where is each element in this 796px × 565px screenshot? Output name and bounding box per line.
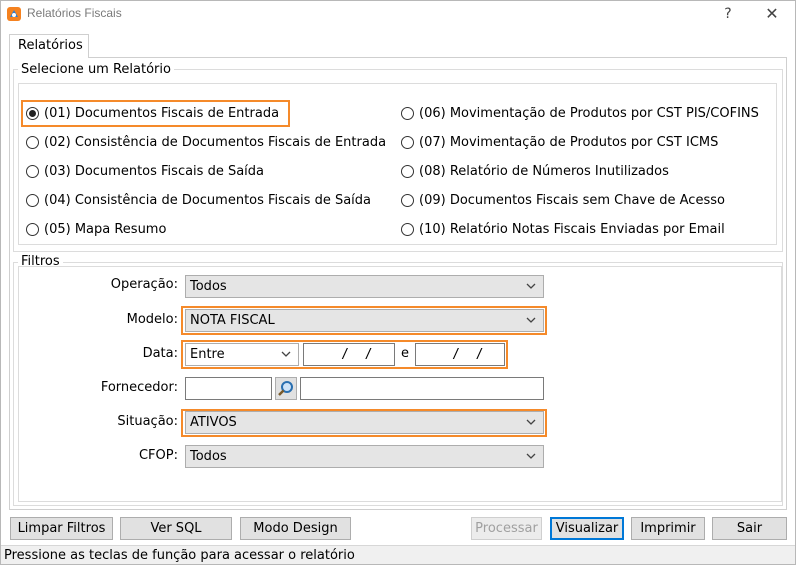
chevron-down-icon [526,283,536,289]
report-option-10[interactable]: (10) Relatório Notas Fiscais Enviadas po… [401,219,725,239]
chevron-down-icon [526,453,536,459]
report-option-label: (04) Consistência de Documentos Fiscais … [44,192,372,208]
report-option-label: (01) Documentos Fiscais de Entrada [44,105,280,121]
report-option-label: (05) Mapa Resumo [44,221,167,237]
operacao-select[interactable]: Todos [185,275,544,298]
fornecedor-name-input[interactable] [300,377,544,400]
data-to-input[interactable]: / / [415,343,505,366]
radio-button[interactable] [26,135,39,149]
situacao-label: Situação: [117,414,178,429]
status-bar: Pressione as teclas de função para acess… [0,545,796,565]
modelo-select[interactable]: NOTA FISCAL [185,309,544,332]
data-label: Data: [142,346,178,361]
report-option-label: (03) Documentos Fiscais de Saída [44,163,265,179]
tab-relatorios[interactable]: Relatórios [9,34,89,58]
search-icon [278,381,293,396]
ver-sql-button[interactable]: Ver SQL [120,517,232,540]
report-selection-label: Selecione um Relatório [18,62,174,77]
report-option-02[interactable]: (02) Consistência de Documentos Fiscais … [26,132,386,152]
chevron-down-icon [281,351,291,357]
window-title: Relatórios Fiscais [27,6,122,20]
radio-button[interactable] [26,193,39,207]
radio-button[interactable] [401,193,414,207]
operacao-label: Operação: [110,277,178,292]
sair-button[interactable]: Sair [712,517,787,540]
situacao-select[interactable]: ATIVOS [185,411,544,434]
report-option-label: (06) Movimentação de Produtos por CST PI… [419,105,759,121]
report-option-08[interactable]: (08) Relatório de Números Inutilizados [401,161,669,181]
situacao-value: ATIVOS [190,415,237,430]
report-option-04[interactable]: (04) Consistência de Documentos Fiscais … [26,190,371,210]
close-button[interactable]: ✕ [758,3,786,25]
report-option-label: (08) Relatório de Números Inutilizados [419,163,669,179]
data-separator: e [401,346,409,361]
data-from-input[interactable]: / / [303,343,395,366]
report-option-label: (07) Movimentação de Produtos por CST IC… [419,134,719,150]
cfop-select[interactable]: Todos [185,445,544,468]
modelo-label: Modelo: [126,312,178,327]
report-option-label: (02) Consistência de Documentos Fiscais … [44,134,387,150]
processar-button[interactable]: Processar [471,517,542,540]
report-option-label: (09) Documentos Fiscais sem Chave de Ace… [419,192,725,208]
help-button[interactable]: ? [716,3,740,25]
modo-design-button[interactable]: Modo Design [240,517,351,540]
data-mode-select[interactable]: Entre [185,343,299,366]
report-option-03[interactable]: (03) Documentos Fiscais de Saída [26,161,264,181]
chevron-down-icon [526,317,536,323]
fornecedor-search-button[interactable] [275,377,297,400]
report-option-01[interactable]: (01) Documentos Fiscais de Entrada [26,103,279,123]
data-mode-value: Entre [190,347,225,362]
radio-button[interactable] [401,135,414,149]
report-option-05[interactable]: (05) Mapa Resumo [26,219,166,239]
radio-button[interactable] [401,106,414,120]
fornecedor-label: Fornecedor: [100,380,178,395]
cfop-label: CFOP: [138,448,178,463]
radio-button[interactable] [401,222,414,236]
chevron-down-icon [526,419,536,425]
report-option-07[interactable]: (07) Movimentação de Produtos por CST IC… [401,132,718,152]
report-option-09[interactable]: (09) Documentos Fiscais sem Chave de Ace… [401,190,725,210]
operacao-value: Todos [190,279,227,294]
modelo-value: NOTA FISCAL [190,313,275,328]
limpar-filtros-button[interactable]: Limpar Filtros [10,517,113,540]
cfop-value: Todos [190,449,227,464]
fornecedor-code-input[interactable] [185,377,272,400]
radio-button-checked[interactable] [26,106,39,120]
report-option-06[interactable]: (06) Movimentação de Produtos por CST PI… [401,103,759,123]
report-option-label: (10) Relatório Notas Fiscais Enviadas po… [419,221,725,237]
radio-button[interactable] [26,222,39,236]
app-logo-icon [7,7,21,21]
visualizar-button[interactable]: Visualizar [550,517,624,540]
radio-button[interactable] [401,164,414,178]
imprimir-button[interactable]: Imprimir [631,517,705,540]
radio-button[interactable] [26,164,39,178]
